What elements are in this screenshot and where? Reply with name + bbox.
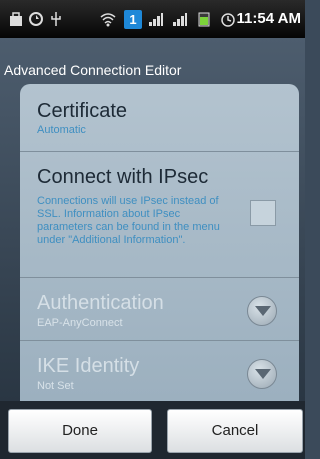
certificate-row[interactable]: Certificate Automatic: [20, 84, 299, 152]
ipsec-label: Connect with IPsec: [37, 166, 209, 188]
dialog-title: Advanced Connection Editor: [4, 62, 182, 78]
settings-panel: Certificate Automatic Connect with IPsec…: [20, 84, 299, 401]
sync-icon: [29, 12, 43, 26]
signal-icon: [149, 13, 163, 26]
usb-icon: [51, 12, 61, 26]
done-button[interactable]: Done: [8, 409, 152, 453]
ipsec-row[interactable]: Connect with IPsec Connections will use …: [20, 152, 299, 278]
ike-identity-label: IKE Identity: [37, 355, 140, 377]
certificate-label: Certificate: [37, 100, 128, 122]
ike-identity-row[interactable]: IKE Identity Not Set: [20, 341, 299, 401]
authentication-label: Authentication: [37, 292, 164, 314]
bag-icon: [10, 12, 22, 26]
authentication-value: EAP-AnyConnect: [37, 317, 123, 329]
authentication-row[interactable]: Authentication EAP-AnyConnect: [20, 278, 299, 341]
status-time: 11:54 AM: [236, 10, 301, 27]
authentication-dropdown-button[interactable]: [247, 296, 277, 326]
alarm-icon: [221, 13, 235, 27]
ipsec-checkbox[interactable]: [250, 200, 276, 226]
notification-count: 1: [129, 12, 137, 27]
ike-identity-value: Not Set: [37, 380, 74, 392]
button-bar: Done Cancel: [0, 401, 305, 459]
signal-icon: [173, 13, 187, 26]
wifi-icon: [100, 13, 116, 27]
status-bar: 1 11:54 AM: [0, 0, 305, 38]
chevron-down-icon: [255, 369, 271, 379]
battery-icon: [198, 12, 210, 27]
certificate-value: Automatic: [37, 124, 86, 136]
chevron-down-icon: [255, 306, 271, 316]
ike-identity-dropdown-button[interactable]: [247, 359, 277, 389]
cancel-button[interactable]: Cancel: [167, 409, 303, 453]
ipsec-description: Connections will use IPsec instead of SS…: [37, 195, 220, 246]
notification-1-icon: 1: [124, 10, 142, 29]
